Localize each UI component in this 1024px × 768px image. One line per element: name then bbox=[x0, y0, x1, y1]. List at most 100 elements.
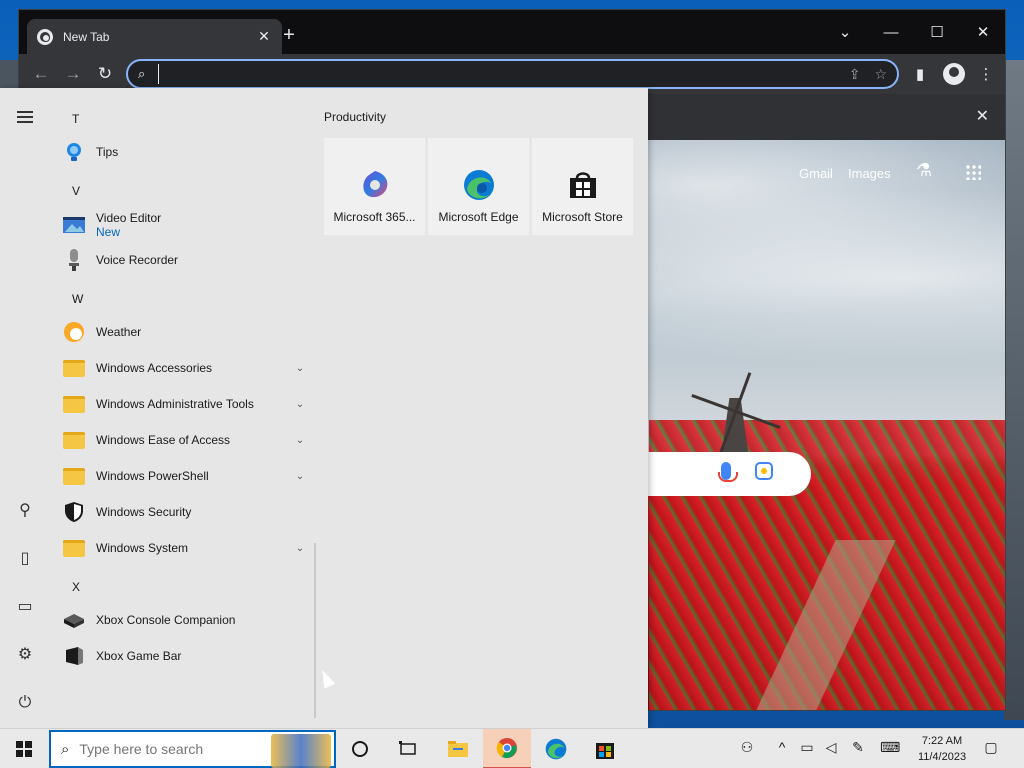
app-voice-recorder[interactable]: Voice Recorder bbox=[62, 243, 307, 277]
tile-microsoft-store[interactable]: Microsoft Store bbox=[532, 138, 633, 235]
settings-gear-icon[interactable]: ⚙ bbox=[14, 644, 36, 666]
tile-label: Microsoft Store bbox=[542, 210, 623, 224]
clock-time: 7:22 AM bbox=[921, 735, 963, 747]
app-label: Xbox Game Bar bbox=[96, 649, 182, 663]
app-windows-powershell[interactable]: Windows PowerShell ⌄ bbox=[62, 459, 307, 493]
tile-microsoft-edge[interactable]: Microsoft Edge bbox=[428, 138, 529, 235]
app-windows-system[interactable]: Windows System ⌄ bbox=[62, 531, 307, 565]
folder-icon bbox=[63, 467, 85, 485]
google-apps-grid-icon[interactable] bbox=[965, 164, 981, 180]
gmail-link[interactable]: Gmail bbox=[799, 166, 833, 181]
tile-microsoft-365[interactable]: Microsoft 365... bbox=[324, 138, 425, 235]
letter-header-x[interactable]: X bbox=[72, 580, 80, 594]
store-taskbar-button[interactable] bbox=[581, 729, 629, 768]
app-windows-accessories[interactable]: Windows Accessories ⌄ bbox=[62, 351, 307, 385]
tab-close-icon[interactable]: ✕ bbox=[256, 28, 272, 45]
app-label: Windows System bbox=[96, 541, 189, 555]
minimize-button[interactable]: — bbox=[869, 18, 913, 48]
google-lens-icon[interactable] bbox=[755, 462, 773, 480]
network-icon[interactable]: ▭ bbox=[797, 739, 817, 756]
hamburger-menu-icon[interactable] bbox=[17, 111, 33, 123]
labs-flask-icon[interactable]: ⚗ bbox=[916, 160, 932, 181]
edge-taskbar-button[interactable] bbox=[532, 729, 580, 768]
images-link[interactable]: Images bbox=[848, 166, 891, 181]
taskbar-search-input[interactable] bbox=[79, 741, 250, 757]
people-icon[interactable]: ⚇ bbox=[737, 739, 757, 756]
windows-logo-icon bbox=[16, 741, 32, 757]
tab-search-dropdown-button[interactable]: ⌄ bbox=[823, 18, 867, 48]
back-arrow-icon[interactable]: ← bbox=[29, 62, 53, 86]
store-icon bbox=[596, 743, 614, 759]
profile-avatar-icon[interactable] bbox=[943, 63, 965, 85]
pictures-icon[interactable]: ▭ bbox=[14, 596, 36, 618]
tab-new-tab[interactable]: New Tab ✕ bbox=[27, 19, 282, 54]
start-button[interactable] bbox=[0, 729, 48, 768]
app-windows-ease-of-access[interactable]: Windows Ease of Access ⌄ bbox=[62, 423, 307, 457]
touch-keyboard-icon[interactable]: ⌨ bbox=[880, 739, 900, 756]
letter-header-v[interactable]: V bbox=[72, 184, 80, 198]
new-badge: New bbox=[96, 225, 121, 239]
chevron-down-icon[interactable]: ⌄ bbox=[293, 471, 307, 482]
new-tab-button[interactable]: + bbox=[277, 24, 301, 48]
productivity-group-title[interactable]: Productivity bbox=[324, 110, 386, 124]
user-account-icon[interactable]: ⚲ bbox=[14, 500, 36, 522]
app-tips[interactable]: Tips bbox=[62, 135, 307, 169]
maximize-button[interactable]: ☐ bbox=[915, 18, 959, 48]
taskbar-search-box[interactable]: ⌕ bbox=[49, 730, 336, 768]
letter-header-t[interactable]: T bbox=[72, 112, 79, 126]
chevron-down-icon[interactable]: ⌄ bbox=[293, 435, 307, 446]
chevron-down-icon[interactable]: ⌄ bbox=[293, 363, 307, 374]
share-icon[interactable]: ⇪ bbox=[849, 66, 861, 83]
folder-icon bbox=[63, 395, 85, 413]
app-list-scrollbar[interactable] bbox=[314, 543, 316, 718]
edge-icon bbox=[462, 168, 496, 202]
app-windows-security[interactable]: Windows Security bbox=[62, 495, 307, 529]
cortana-button[interactable] bbox=[336, 729, 384, 768]
reload-icon[interactable]: ↻ bbox=[93, 62, 117, 86]
chrome-taskbar-button[interactable] bbox=[483, 729, 531, 768]
tab-strip: New Tab ✕ + ⌄ — ☐ ✕ bbox=[19, 10, 1005, 54]
app-xbox-game-bar[interactable]: Xbox Game Bar bbox=[62, 639, 307, 673]
app-label: Windows Administrative Tools bbox=[96, 397, 254, 411]
documents-icon[interactable]: ▯ bbox=[14, 548, 36, 570]
xbox-game-bar-icon bbox=[62, 644, 86, 668]
app-windows-administrative-tools[interactable]: Windows Administrative Tools ⌄ bbox=[62, 387, 307, 421]
chrome-icon bbox=[496, 738, 517, 759]
app-video-editor[interactable]: Video Editor New bbox=[62, 207, 307, 243]
pen-ink-icon[interactable]: ✎ bbox=[848, 739, 868, 756]
task-view-button[interactable] bbox=[384, 729, 432, 768]
app-label: Windows Security bbox=[96, 505, 192, 519]
address-bar[interactable]: ⌕ ⇪ ☆ bbox=[126, 59, 899, 89]
tile-label: Microsoft 365... bbox=[333, 210, 416, 224]
app-label: Windows Accessories bbox=[96, 361, 213, 375]
banner-close-icon[interactable]: ✕ bbox=[976, 106, 989, 126]
shield-icon bbox=[62, 500, 86, 524]
side-panel-icon[interactable]: ▮ bbox=[909, 64, 931, 86]
system-clock[interactable]: 7:22 AM 11/4/2023 bbox=[912, 733, 972, 765]
show-hidden-icons-chevron-up-icon[interactable]: ^ bbox=[772, 739, 792, 755]
app-list: T Tips V Video Editor New Voice Recorder… bbox=[50, 88, 316, 728]
address-input[interactable] bbox=[158, 64, 835, 84]
app-label: Video Editor bbox=[96, 211, 162, 225]
folder-icon bbox=[63, 359, 85, 377]
letter-header-w[interactable]: W bbox=[72, 292, 83, 306]
app-weather[interactable]: Weather bbox=[62, 315, 307, 349]
voice-search-mic-icon[interactable] bbox=[718, 462, 738, 482]
chevron-down-icon[interactable]: ⌄ bbox=[293, 399, 307, 410]
menu-kebab-icon[interactable]: ⋮ bbox=[975, 64, 997, 86]
close-window-button[interactable]: ✕ bbox=[961, 18, 1005, 48]
app-xbox-console-companion[interactable]: Xbox Console Companion bbox=[62, 603, 307, 637]
power-icon[interactable]: ⏻ bbox=[14, 692, 36, 714]
chevron-down-icon[interactable]: ⌄ bbox=[293, 543, 307, 554]
lightbulb-icon bbox=[62, 140, 86, 164]
action-center-notification-icon[interactable]: ▢ bbox=[981, 739, 1001, 756]
forward-arrow-icon[interactable]: → bbox=[61, 62, 85, 86]
tile-label: Microsoft Edge bbox=[438, 210, 519, 224]
microsoft-365-icon bbox=[358, 168, 392, 202]
bookmark-star-icon[interactable]: ☆ bbox=[874, 66, 887, 83]
cortana-circle-icon bbox=[352, 741, 368, 757]
volume-muted-icon[interactable]: ◁ bbox=[821, 739, 841, 756]
app-label: Windows PowerShell bbox=[96, 469, 209, 483]
file-explorer-button[interactable] bbox=[434, 729, 482, 768]
start-menu: ⚲ ▯ ▭ ⚙ ⏻ T Tips V Video Editor New Voic… bbox=[0, 88, 648, 728]
